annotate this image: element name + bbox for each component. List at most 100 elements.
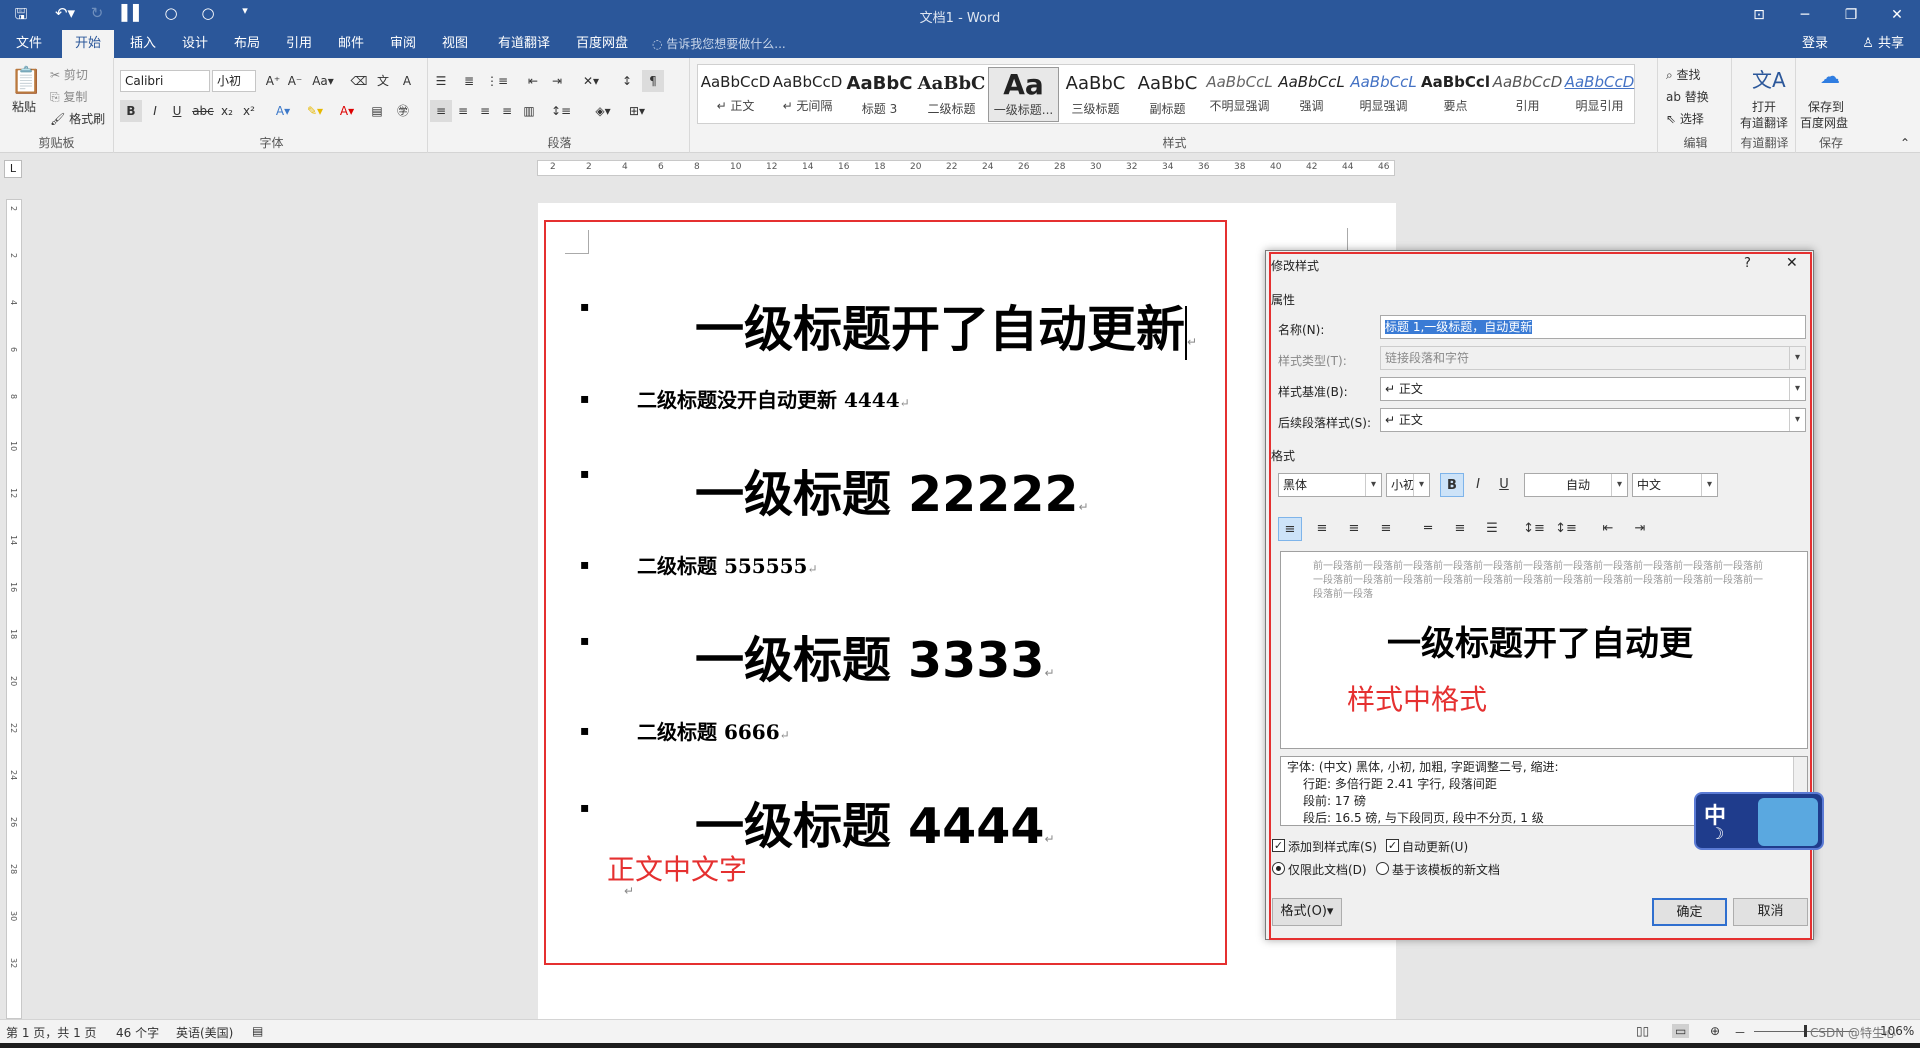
style-intense-emphasis[interactable]: AaBbCcL 明显强调: [1348, 67, 1419, 122]
vertical-ruler[interactable]: 2 2 4 6 8 10 12 14 16 18 20 22 24 26 28 30 32: [6, 199, 22, 1019]
cloud-icon[interactable]: ☁: [1820, 64, 1840, 88]
style-subtitle[interactable]: AaBbC 副标题: [1132, 67, 1203, 122]
tab-selector[interactable]: L: [4, 160, 22, 178]
style-level2[interactable]: AaBbC 二级标题: [916, 67, 987, 122]
ruler-tick-label: 18: [9, 629, 18, 640]
superscript-icon[interactable]: x²: [238, 100, 260, 122]
justify-icon[interactable]: ≡: [496, 100, 518, 122]
tab-baidu[interactable]: 百度网盘: [568, 30, 636, 58]
ruler-tick-label: 2: [9, 206, 18, 212]
paste-button[interactable]: 粘贴: [12, 98, 36, 115]
share-button[interactable]: ♙ 共享: [1862, 30, 1904, 58]
underline-icon[interactable]: U: [166, 100, 188, 122]
numbering-icon[interactable]: ≣: [458, 70, 480, 92]
minimize-icon[interactable]: ─: [1782, 0, 1828, 30]
char-border-icon[interactable]: A: [396, 70, 418, 92]
style-quote[interactable]: AaBbCcD 引用: [1492, 67, 1563, 122]
text-effects-icon[interactable]: A▾: [272, 100, 294, 122]
font-size-box[interactable]: 小初: [212, 70, 256, 92]
style-normal[interactable]: AaBbCcD ↵ 正文: [700, 67, 771, 122]
phonetic-icon[interactable]: 文: [372, 70, 394, 92]
macro-icon[interactable]: ▤: [252, 1024, 263, 1038]
print-layout-icon[interactable]: ▭: [1672, 1024, 1690, 1038]
ruler-tick-label: 12: [9, 488, 18, 499]
shrink-font-icon[interactable]: A⁻: [284, 70, 306, 92]
style-subtle-emphasis[interactable]: AaBbCcL 不明显强调: [1204, 67, 1275, 122]
word-count[interactable]: 46 个字: [116, 1024, 159, 1041]
open-youdao-line1[interactable]: 打开: [1752, 98, 1776, 115]
line-spacing-icon[interactable]: ↕≡: [550, 100, 572, 122]
zoom-out-icon[interactable]: －: [1734, 1024, 1746, 1041]
tab-insert[interactable]: 插入: [120, 30, 166, 58]
italic-icon[interactable]: I: [144, 100, 166, 122]
font-color-icon[interactable]: A▾: [336, 100, 358, 122]
chinese-layout-icon[interactable]: ✕▾: [580, 70, 602, 92]
ruler-tick-label: 24: [982, 162, 994, 172]
style-emphasis[interactable]: AaBbCcL 强调: [1276, 67, 1347, 122]
close-icon[interactable]: ✕: [1874, 0, 1920, 30]
paste-icon[interactable]: 📋: [10, 66, 42, 96]
select-button[interactable]: ⇖ 选择: [1666, 110, 1704, 127]
align-left-icon[interactable]: ≡: [430, 100, 452, 122]
tab-home[interactable]: 开始: [62, 30, 114, 58]
font-name-box[interactable]: Calibri: [120, 70, 210, 92]
distribute-icon[interactable]: ▥: [518, 100, 540, 122]
copy-button[interactable]: ⎘ 复制: [50, 88, 87, 105]
show-marks-icon[interactable]: ¶: [642, 70, 664, 92]
zoom-slider-thumb[interactable]: [1804, 1025, 1807, 1037]
web-layout-icon[interactable]: ⊕: [1710, 1024, 1720, 1038]
align-right-icon[interactable]: ≡: [474, 100, 496, 122]
translate-icon[interactable]: 文A: [1752, 64, 1786, 93]
horizontal-ruler[interactable]: 2 2 4 6 8 10 12 14 16 18 20 22 24 26 28 30 32 34 36 38 40 42 4…: [537, 160, 1395, 176]
tab-references[interactable]: 引用: [276, 30, 322, 58]
style-level1[interactable]: Aa 一级标题...: [988, 67, 1059, 122]
borders-icon[interactable]: ⊞▾: [626, 100, 648, 122]
clear-format-icon[interactable]: ⌫: [348, 70, 370, 92]
tell-me-box[interactable]: ◌ 告诉我您想要做什么...: [652, 30, 786, 58]
enclose-char-icon[interactable]: ㊫: [392, 100, 414, 122]
highlight-icon[interactable]: ✎▾: [304, 100, 326, 122]
multilevel-icon[interactable]: ⋮≡: [486, 70, 508, 92]
open-youdao-line2[interactable]: 有道翻译: [1740, 114, 1788, 131]
tab-design[interactable]: 设计: [172, 30, 218, 58]
style-no-spacing[interactable]: AaBbCcD ↵ 无间隔: [772, 67, 843, 122]
zoom-level[interactable]: 106%: [1880, 1024, 1914, 1038]
style-heading3[interactable]: AaBbC 标题 3: [844, 67, 915, 122]
align-center-icon[interactable]: ≡: [452, 100, 474, 122]
find-button[interactable]: ⌕ 查找: [1666, 66, 1701, 83]
bullets-icon[interactable]: ☰: [430, 70, 452, 92]
sort-icon[interactable]: ↕: [616, 70, 638, 92]
decrease-indent-icon[interactable]: ⇤: [522, 70, 544, 92]
bold-icon[interactable]: B: [120, 100, 142, 122]
tab-file[interactable]: 文件: [6, 30, 52, 58]
format-painter-button[interactable]: 🖌 格式刷: [50, 110, 105, 127]
cut-button[interactable]: ✂ 剪切: [50, 66, 88, 83]
tab-youdao[interactable]: 有道翻译: [490, 30, 558, 58]
style-strong[interactable]: AaBbCcl 要点: [1420, 67, 1491, 122]
tab-layout[interactable]: 布局: [224, 30, 270, 58]
tab-mailings[interactable]: 邮件: [328, 30, 374, 58]
language-status[interactable]: 英语(美国): [176, 1024, 233, 1041]
annotation-box-document: [544, 220, 1227, 965]
strikethrough-icon[interactable]: abc: [192, 100, 214, 122]
restore-icon[interactable]: ❐: [1828, 0, 1874, 30]
subscript-icon[interactable]: x₂: [216, 100, 238, 122]
ime-widget[interactable]: 中 ☽: [1694, 792, 1824, 850]
page-count[interactable]: 第 1 页，共 1 页: [6, 1024, 97, 1041]
change-case-icon[interactable]: Aa▾: [312, 70, 334, 92]
login-link[interactable]: 登录: [1802, 30, 1828, 58]
style-intense-quote[interactable]: AaBbCcD 明显引用: [1564, 67, 1635, 122]
tab-review[interactable]: 审阅: [380, 30, 426, 58]
tab-view[interactable]: 视图: [432, 30, 478, 58]
save-baidu-line1[interactable]: 保存到: [1808, 98, 1844, 115]
read-mode-icon[interactable]: ▯▯: [1636, 1024, 1649, 1038]
shading-icon[interactable]: ◈▾: [592, 100, 614, 122]
replace-button[interactable]: ab 替换: [1666, 88, 1709, 105]
increase-indent-icon[interactable]: ⇥: [546, 70, 568, 92]
save-baidu-line2[interactable]: 百度网盘: [1800, 114, 1848, 131]
grow-font-icon[interactable]: A⁺: [262, 70, 284, 92]
style-level3[interactable]: AaBbC 三级标题: [1060, 67, 1131, 122]
ribbon-display-icon[interactable]: ⊡: [1736, 0, 1782, 30]
collapse-ribbon-icon[interactable]: ⌃: [1900, 136, 1910, 150]
char-shading-icon[interactable]: ▤: [366, 100, 388, 122]
